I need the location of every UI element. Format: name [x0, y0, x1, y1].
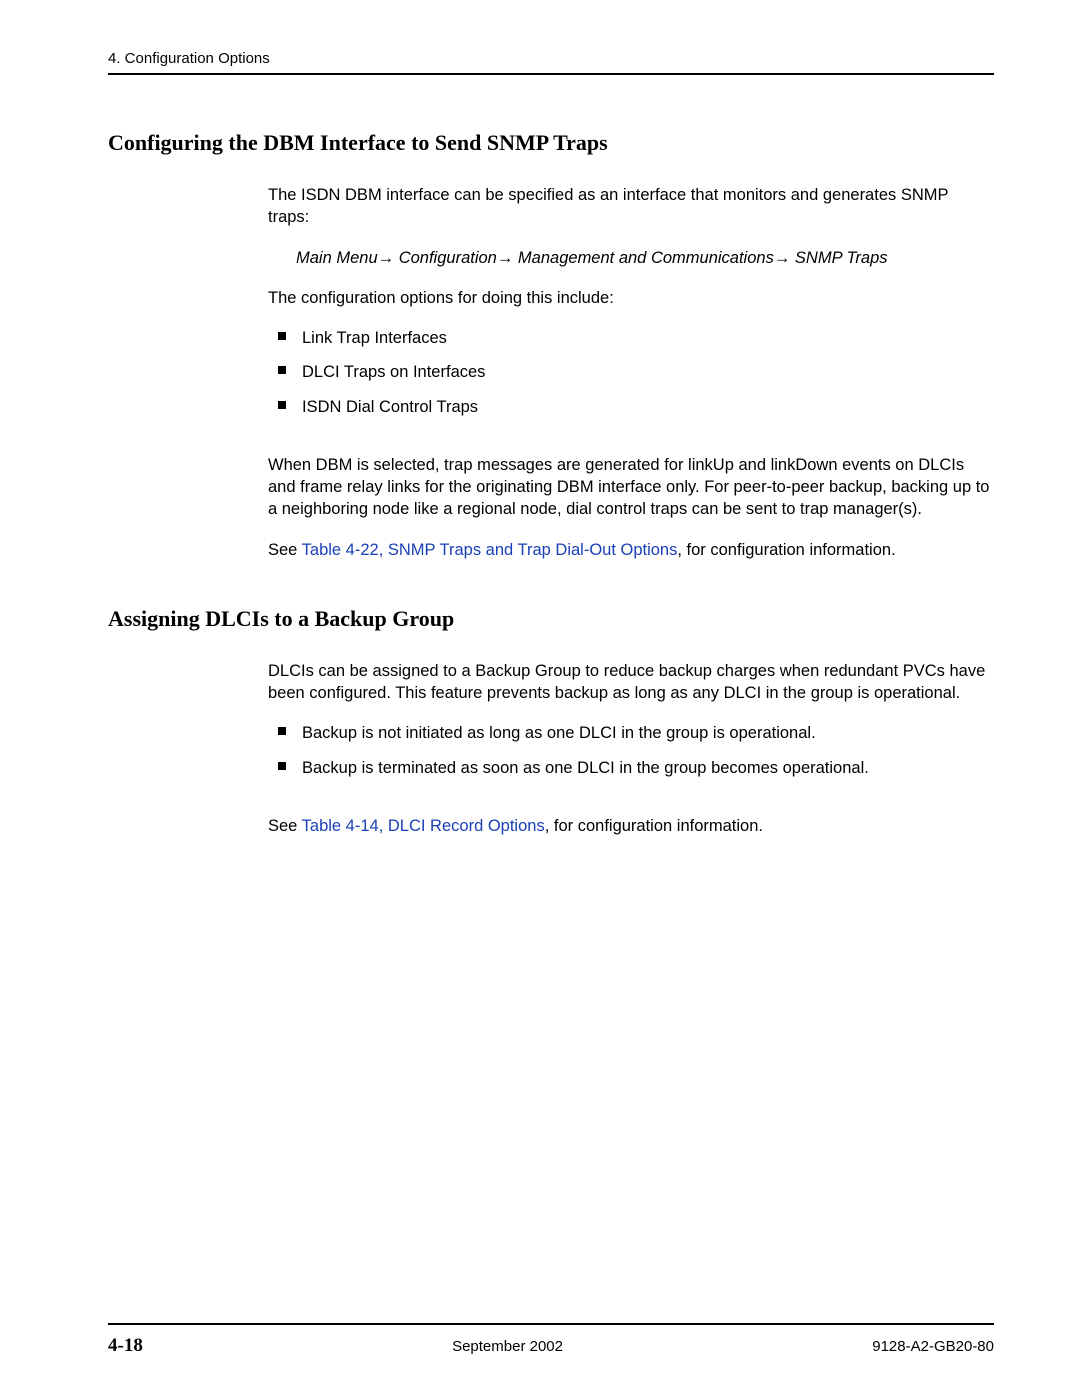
page-footer: 4-18 September 2002 9128-A2-GB20-80 — [108, 1323, 994, 1357]
section2-heading: Assigning DLCIs to a Backup Group — [108, 606, 994, 632]
section1-para1: When DBM is selected, trap messages are … — [268, 454, 994, 521]
footer-doc-id: 9128-A2-GB20-80 — [872, 1338, 994, 1355]
section2-bullets-list: Backup is not initiated as long as one D… — [268, 722, 994, 779]
table-4-14-link[interactable]: Table 4-14, DLCI Record Options — [302, 817, 545, 835]
section1-see-reference: See Table 4-22, SNMP Traps and Trap Dial… — [268, 539, 994, 561]
section1-options-intro: The configuration options for doing this… — [268, 287, 994, 309]
section2-content: DLCIs can be assigned to a Backup Group … — [268, 660, 994, 837]
page-container: 4. Configuration Options Configuring the… — [0, 0, 1080, 1397]
section1-heading: Configuring the DBM Interface to Send SN… — [108, 130, 994, 156]
section1-content: The ISDN DBM interface can be specified … — [268, 184, 994, 561]
see-suffix: , for configuration information. — [545, 817, 763, 835]
list-item: ISDN Dial Control Traps — [268, 396, 994, 418]
menu-navigation-path: Main Menu→ Configuration→ Management and… — [296, 247, 994, 269]
see-prefix: See — [268, 541, 302, 559]
section1-options-list: Link Trap Interfaces DLCI Traps on Inter… — [268, 327, 994, 418]
see-prefix: See — [268, 817, 302, 835]
footer-date: September 2002 — [452, 1338, 563, 1355]
page-header: 4. Configuration Options — [108, 50, 994, 75]
page-number: 4-18 — [108, 1335, 143, 1357]
see-suffix: , for configuration information. — [677, 541, 895, 559]
list-item: Link Trap Interfaces — [268, 327, 994, 349]
header-chapter: 4. Configuration Options — [108, 50, 270, 67]
list-item: DLCI Traps on Interfaces — [268, 361, 994, 383]
section2-see-reference: See Table 4-14, DLCI Record Options, for… — [268, 815, 994, 837]
section1-intro: The ISDN DBM interface can be specified … — [268, 184, 994, 229]
list-item: Backup is not initiated as long as one D… — [268, 722, 994, 744]
list-item: Backup is terminated as soon as one DLCI… — [268, 757, 994, 779]
section2-intro: DLCIs can be assigned to a Backup Group … — [268, 660, 994, 705]
table-4-22-link[interactable]: Table 4-22, SNMP Traps and Trap Dial-Out… — [302, 541, 678, 559]
